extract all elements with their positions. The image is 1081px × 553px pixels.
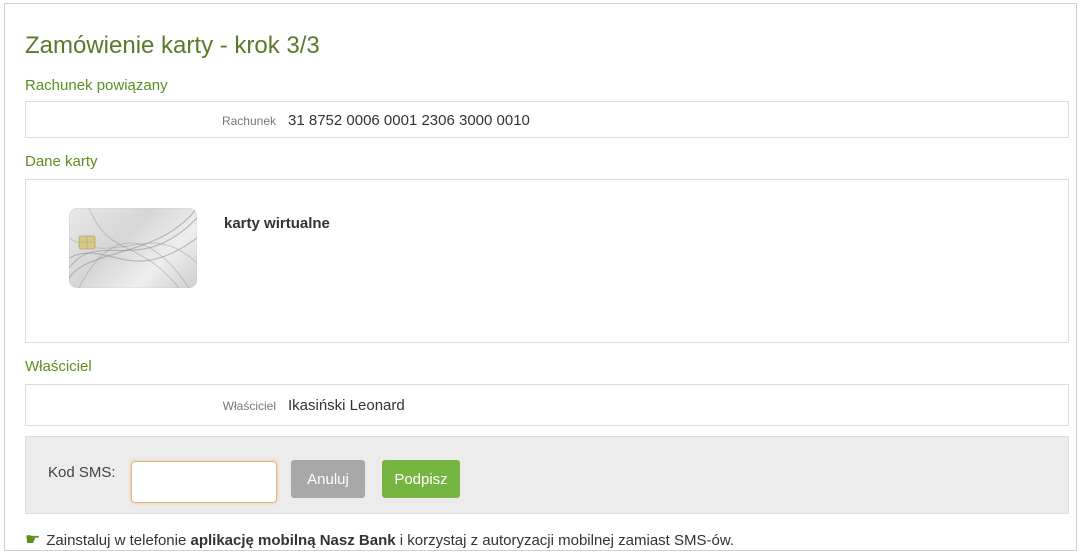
owner-box: Właściciel Ikasiński Leonard: [25, 384, 1069, 426]
promo-text-before: Zainstaluj w telefonie: [46, 532, 191, 549]
section-label-owner: Właściciel: [25, 358, 92, 375]
sms-code-label: Kod SMS:: [48, 464, 116, 481]
card-art-icon: [69, 208, 197, 288]
account-box: Rachunek 31 8752 0006 0001 2306 3000 001…: [25, 101, 1069, 138]
section-label-account: Rachunek powiązany: [25, 77, 168, 94]
card-name: karty wirtualne: [224, 215, 330, 232]
sms-authorization-bar: Kod SMS: Anuluj Podpisz: [25, 436, 1069, 514]
card-order-panel: Zamówienie karty - krok 3/3 Rachunek pow…: [4, 3, 1077, 551]
promo-app-link[interactable]: aplikację mobilną Nasz Bank: [191, 532, 396, 549]
card-box: karty wirtualne: [25, 179, 1069, 343]
sign-button[interactable]: Podpisz: [382, 460, 460, 498]
promo-text-after: i korzystaj z autoryzacji mobilnej zamia…: [395, 532, 735, 549]
section-label-card: Dane karty: [25, 153, 98, 170]
sms-code-input[interactable]: [131, 461, 277, 503]
account-field-label: Rachunek: [221, 114, 276, 128]
card-image: [69, 208, 197, 288]
page-title: Zamówienie karty - krok 3/3: [25, 32, 320, 59]
account-number: 31 8752 0006 0001 2306 3000 0010: [288, 112, 530, 129]
owner-field-label: Właściciel: [222, 399, 276, 413]
hand-pointer-icon: ☛: [25, 530, 41, 549]
cancel-button[interactable]: Anuluj: [291, 460, 365, 498]
owner-name: Ikasiński Leonard: [288, 397, 405, 414]
mobile-app-promo: ☛ Zainstaluj w telefonie aplikację mobiln…: [25, 530, 734, 550]
